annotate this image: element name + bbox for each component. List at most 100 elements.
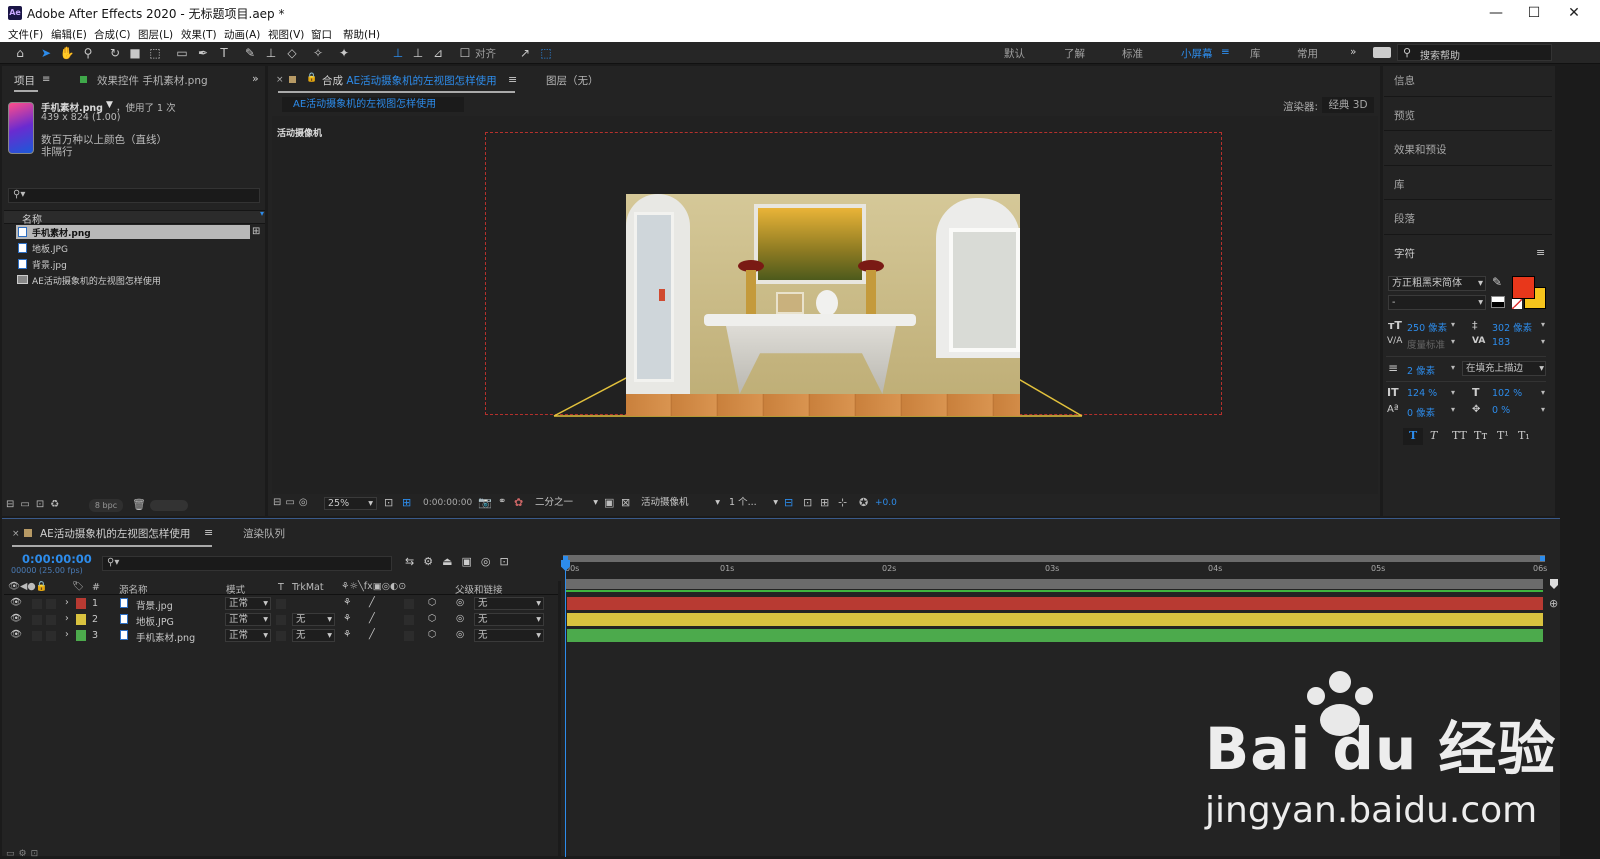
layer-label-color[interactable]: [76, 630, 86, 641]
flowchart-icon[interactable]: ⊞: [252, 226, 260, 237]
dropdown-icon[interactable]: ▾: [1541, 320, 1545, 329]
sync-settings-icon[interactable]: [1373, 47, 1391, 58]
tab-layer[interactable]: 图层（无）: [546, 73, 599, 88]
panel-menu-icon[interactable]: ≡: [1536, 246, 1545, 259]
close-tab-icon[interactable]: ×: [12, 529, 20, 539]
motion-blur-switch[interactable]: [404, 615, 414, 625]
panel-menu-icon[interactable]: ≡: [508, 73, 517, 86]
toggle-pixel-aspect-icon[interactable]: ⊟: [784, 496, 793, 509]
project-scrollbar[interactable]: [150, 500, 188, 511]
menu-window[interactable]: 窗口: [311, 27, 332, 42]
font-family-dropdown[interactable]: 方正粗黑宋简体 ▾: [1388, 276, 1486, 291]
fill-color-swatch[interactable]: [1512, 276, 1535, 299]
audio-switch[interactable]: [32, 615, 42, 625]
table-row[interactable]: 👁 › 2 地板.JPG 正常 ▾ 无 ▾ ⚘ ╱ ⬡ ◎ 无 ▾: [4, 612, 559, 628]
menu-layer[interactable]: 图层(L): [138, 27, 173, 42]
menu-file[interactable]: 文件(F): [8, 27, 43, 42]
menu-help[interactable]: 帮助(H): [343, 27, 380, 42]
rectangle-tool-icon[interactable]: ▭: [174, 45, 190, 61]
preserve-transparency-switch[interactable]: [276, 615, 286, 625]
list-item[interactable]: AE活动摄象机的左视图怎样使用: [32, 274, 161, 287]
font-style-dropdown[interactable]: - ▾: [1388, 295, 1486, 310]
tab-timeline-comp[interactable]: AE活动摄象机的左视图怎样使用: [40, 526, 190, 541]
stroke-mode-dropdown[interactable]: 在填充上描边 ▾: [1462, 361, 1546, 376]
3d-layer-icon[interactable]: ⬡: [428, 629, 436, 640]
snap-option-icon[interactable]: ↗: [517, 45, 533, 61]
pick-whip-icon[interactable]: ◎: [456, 629, 464, 640]
menu-animation[interactable]: 动画(A): [224, 27, 260, 42]
current-time-indicator[interactable]: [565, 557, 566, 857]
brush-tool-icon[interactable]: ✎: [242, 45, 258, 61]
selection-tool-icon[interactable]: ➤: [38, 45, 54, 61]
pick-whip-icon[interactable]: ◎: [456, 597, 464, 608]
timeline-search-input[interactable]: ⚲▾: [102, 556, 392, 571]
motion-blur-switch[interactable]: [404, 599, 414, 609]
panel-effects-presets[interactable]: 效果和预设: [1394, 142, 1447, 157]
pen-tool-icon[interactable]: ✒: [195, 45, 211, 61]
preserve-transparency-switch[interactable]: [276, 599, 286, 609]
workspace-common[interactable]: 常用: [1297, 46, 1318, 61]
project-search-input[interactable]: ⚲▾: [8, 188, 260, 203]
panel-preview[interactable]: 预览: [1394, 108, 1415, 123]
menu-effect[interactable]: 效果(T): [181, 27, 217, 42]
parent-dropdown[interactable]: 无 ▾: [474, 613, 544, 626]
tab-render-queue[interactable]: 渲染队列: [243, 526, 285, 541]
zoom-dropdown[interactable]: 25% ▾: [324, 497, 377, 510]
region-of-interest-icon[interactable]: ▣: [604, 496, 614, 509]
camera-view-dropdown[interactable]: 活动摄像机 ▾: [638, 497, 720, 510]
workspace-standard[interactable]: 标准: [1122, 46, 1143, 61]
expand-icon[interactable]: ›: [65, 613, 69, 624]
maximize-icon[interactable]: ☐: [1520, 3, 1548, 23]
menu-view[interactable]: 视图(V): [268, 27, 304, 42]
transparency-grid-icon[interactable]: ⊠: [621, 496, 630, 509]
close-icon[interactable]: ✕: [1560, 3, 1588, 23]
motion-blur-switch[interactable]: [404, 631, 414, 641]
no-color-icon[interactable]: [1512, 299, 1522, 309]
audio-switch[interactable]: [32, 599, 42, 609]
panel-menu-icon[interactable]: ≡: [204, 526, 213, 539]
workspace-menu-icon[interactable]: ≡: [1221, 46, 1230, 58]
kerning-value[interactable]: 度量标准: [1407, 337, 1445, 351]
visibility-icon[interactable]: 👁: [10, 629, 22, 640]
solo-switch[interactable]: [46, 631, 56, 641]
track-matte-dropdown[interactable]: 无 ▾: [292, 613, 335, 626]
timeline-icon[interactable]: ⊞: [820, 496, 829, 509]
bpc-button[interactable]: 8 bpc: [89, 499, 123, 512]
timeline-footer-icons[interactable]: ▭⚙⊡: [6, 849, 42, 859]
track-matte-dropdown[interactable]: 无 ▾: [292, 629, 335, 642]
vertical-scale-value[interactable]: 124 %: [1407, 388, 1437, 399]
zoom-tool-icon[interactable]: ⚲: [80, 45, 96, 61]
local-axis-icon[interactable]: ⊥: [390, 45, 406, 61]
resolution-dropdown[interactable]: 二分之一 ▾: [532, 497, 598, 510]
timeline-switch-icons[interactable]: ⇆⚙⏏▣◎⊡: [405, 555, 518, 568]
horizontal-scale-value[interactable]: 102 %: [1492, 388, 1522, 399]
hand-tool-icon[interactable]: ✋: [59, 45, 75, 61]
safe-zone-icon[interactable]: ⊞: [402, 496, 411, 509]
tab-composition[interactable]: 合成 AE活动摄象机的左视图怎样使用: [322, 73, 497, 88]
current-time-display[interactable]: 0:00:00:00: [423, 498, 472, 508]
panel-menu-icon[interactable]: ≡: [42, 74, 50, 85]
solo-switch[interactable]: [46, 615, 56, 625]
view-axis-icon[interactable]: ⊿: [430, 45, 446, 61]
puppet-tool-icon[interactable]: ✦: [336, 45, 352, 61]
rotate-tool-icon[interactable]: ↻: [107, 45, 123, 61]
quality-switch-icon[interactable]: ╱: [369, 629, 375, 640]
viewer-toggle-icons[interactable]: ⊟▭◎: [273, 497, 312, 508]
exposure-value[interactable]: +0.0: [875, 498, 897, 508]
dropdown-icon[interactable]: ▾: [1451, 337, 1455, 346]
panel-libraries[interactable]: 库: [1394, 177, 1405, 192]
project-footer-icons[interactable]: ⊟▭⊡♻: [6, 499, 65, 510]
blend-mode-dropdown[interactable]: 正常 ▾: [225, 629, 271, 642]
visibility-icon[interactable]: 👁: [10, 597, 22, 608]
visibility-icon[interactable]: 👁: [10, 613, 22, 624]
work-area-bar[interactable]: [563, 555, 1545, 562]
quality-switch-icon[interactable]: ╱: [369, 597, 375, 608]
list-item[interactable]: 地板.JPG: [32, 242, 68, 255]
baseline-shift-value[interactable]: 0 像素: [1407, 405, 1435, 419]
layer-bar-1[interactable]: [567, 597, 1543, 610]
view-layout-dropdown[interactable]: 1 个... ▾: [726, 497, 778, 510]
close-tab-icon[interactable]: ×: [276, 75, 284, 85]
show-snapshot-icon[interactable]: ⚭: [498, 496, 506, 507]
shy-switch-icon[interactable]: ⚘: [343, 613, 352, 624]
comp-marker-icon[interactable]: [1550, 579, 1558, 589]
